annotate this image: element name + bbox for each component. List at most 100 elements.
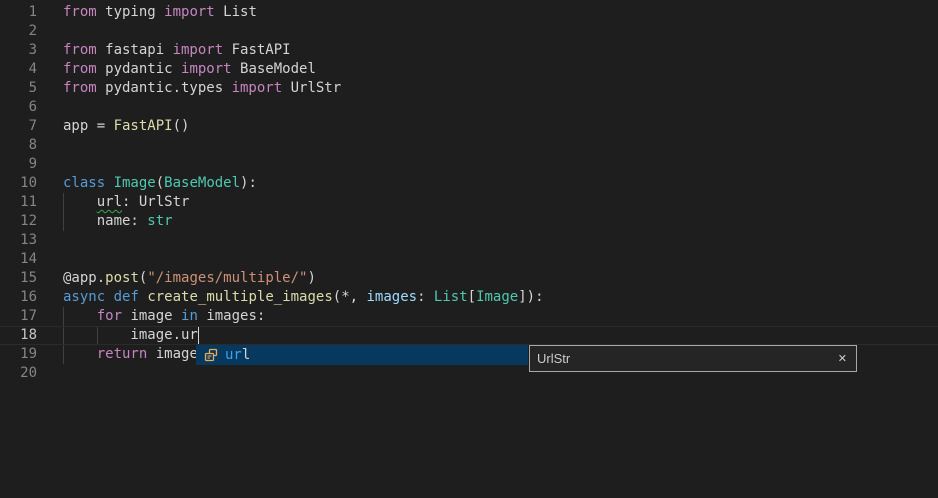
line-number: 13 — [0, 231, 38, 250]
token: image — [147, 346, 198, 362]
token: : UrlStr — [122, 194, 189, 210]
token: images: — [198, 308, 265, 324]
code-line-14[interactable]: 14 — [0, 250, 938, 269]
token: ( — [156, 175, 164, 191]
token: return — [97, 346, 148, 362]
token: str — [147, 213, 172, 229]
suggestion-rest-text: l — [242, 347, 250, 363]
code-line-17[interactable]: 17 for image in images: — [0, 307, 938, 326]
token: from — [63, 42, 97, 58]
code-line-5[interactable]: 5from pydantic.types import UrlStr — [0, 79, 938, 98]
token: BaseModel — [232, 61, 316, 77]
line-number: 16 — [0, 288, 38, 307]
suggestion-match-text: ur — [225, 347, 242, 363]
code-line-content — [38, 22, 938, 41]
code-line-4[interactable]: 4from pydantic import BaseModel — [0, 60, 938, 79]
token — [63, 194, 97, 210]
token: pydantic — [97, 61, 181, 77]
code-line-content: class Image(BaseModel): — [38, 174, 938, 193]
token: from — [63, 4, 97, 20]
token: () — [173, 118, 190, 134]
line-number: 20 — [0, 364, 38, 383]
code-line-8[interactable]: 8 — [0, 136, 938, 155]
text-cursor — [198, 327, 200, 344]
line-number: 1 — [0, 3, 38, 22]
line-number: 8 — [0, 136, 38, 155]
token: ]): — [518, 289, 543, 305]
token: typing — [97, 4, 164, 20]
line-number: 6 — [0, 98, 38, 117]
close-icon[interactable]: ✕ — [838, 352, 847, 365]
field-icon — [203, 347, 219, 363]
line-number: 3 — [0, 41, 38, 60]
token: fastapi — [97, 42, 173, 58]
token: import — [173, 42, 224, 58]
token: @app. — [63, 270, 105, 286]
token: class — [63, 175, 114, 191]
code-line-content — [38, 231, 938, 250]
code-line-2[interactable]: 2 — [0, 22, 938, 41]
token: async — [63, 289, 105, 305]
indent-guide — [63, 326, 64, 345]
code-line-7[interactable]: 7app = FastAPI() — [0, 117, 938, 136]
indent-guide — [63, 212, 64, 231]
code-line-13[interactable]: 13 — [0, 231, 938, 250]
code-line-9[interactable]: 9 — [0, 155, 938, 174]
token: url — [97, 194, 122, 210]
token: UrlStr — [282, 80, 341, 96]
token: List — [434, 289, 468, 305]
code-line-10[interactable]: 10class Image(BaseModel): — [0, 174, 938, 193]
code-line-15[interactable]: 15@app.post("/images/multiple/") — [0, 269, 938, 288]
token: Image — [114, 175, 156, 191]
token — [105, 289, 113, 305]
code-line-content: from pydantic import BaseModel — [38, 60, 938, 79]
token: import — [164, 4, 215, 20]
code-line-content: from fastapi import FastAPI — [38, 41, 938, 60]
code-line-content: from pydantic.types import UrlStr — [38, 79, 938, 98]
token: in — [181, 308, 198, 324]
code-line-1[interactable]: 1from typing import List — [0, 3, 938, 22]
line-number: 18 — [0, 326, 38, 345]
token: post — [105, 270, 139, 286]
token: app = — [63, 118, 114, 134]
line-number: 12 — [0, 212, 38, 231]
code-line-content — [38, 155, 938, 174]
token: FastAPI — [114, 118, 173, 134]
code-line-content: url: UrlStr — [38, 193, 938, 212]
token: from — [63, 80, 97, 96]
code-line-3[interactable]: 3from fastapi import FastAPI — [0, 41, 938, 60]
code-line-11[interactable]: 11 url: UrlStr — [0, 193, 938, 212]
code-line-content: @app.post("/images/multiple/") — [38, 269, 938, 288]
code-line-18[interactable]: 18 image.ur — [0, 326, 938, 345]
line-number: 5 — [0, 79, 38, 98]
editor-code-area[interactable]: 1from typing import List23from fastapi i… — [0, 3, 938, 383]
code-line-content: app = FastAPI() — [38, 117, 938, 136]
code-line-content: async def create_multiple_images(*, imag… — [38, 288, 938, 307]
line-number: 11 — [0, 193, 38, 212]
line-number: 17 — [0, 307, 38, 326]
indent-guide — [63, 193, 64, 212]
suggestion-label: url — [225, 347, 250, 363]
token: def — [114, 289, 139, 305]
line-number: 2 — [0, 22, 38, 41]
code-line-16[interactable]: 16async def create_multiple_images(*, im… — [0, 288, 938, 307]
token: [ — [468, 289, 476, 305]
suggestion-item-url[interactable]: url — [196, 345, 528, 365]
token: BaseModel — [164, 175, 240, 191]
code-line-12[interactable]: 12 name: str — [0, 212, 938, 231]
token: pydantic.types — [97, 80, 232, 96]
line-number: 19 — [0, 345, 38, 364]
token: for — [97, 308, 122, 324]
code-line-6[interactable]: 6 — [0, 98, 938, 117]
code-line-content — [38, 98, 938, 117]
token — [63, 308, 97, 324]
token: import — [232, 80, 283, 96]
code-line-content: name: str — [38, 212, 938, 231]
code-line-content: image.ur — [38, 326, 938, 345]
code-line-content — [38, 250, 938, 269]
token: (*, — [333, 289, 367, 305]
indent-guide — [63, 345, 64, 364]
token: from — [63, 61, 97, 77]
line-number: 4 — [0, 60, 38, 79]
token: image — [122, 308, 181, 324]
